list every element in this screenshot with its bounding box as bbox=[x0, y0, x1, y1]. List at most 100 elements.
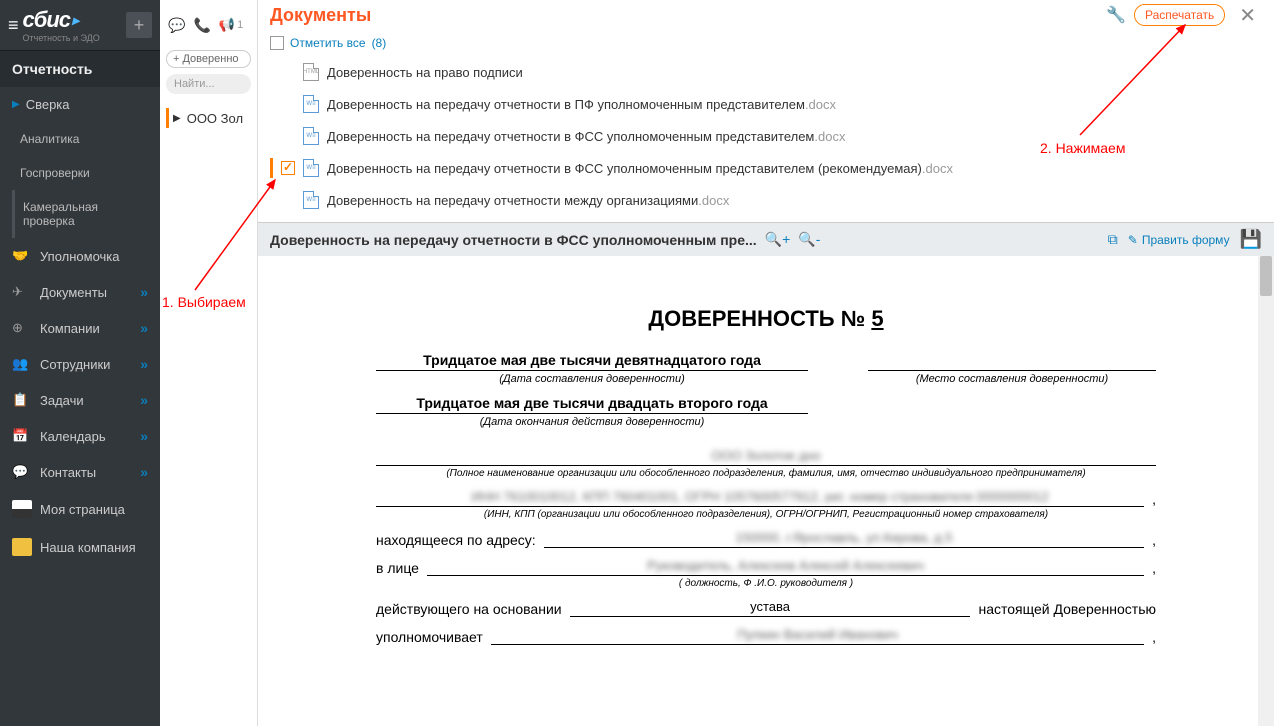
date-end: Тридцатое мая две тысячи двадцать второг… bbox=[376, 395, 808, 414]
person-caption: ( должность, Ф .И.О. руководителя ) bbox=[376, 578, 1156, 589]
word-icon: W≡ bbox=[303, 95, 319, 113]
auth-line: Пупкин Василий Иванович bbox=[491, 627, 1144, 645]
nav-companies[interactable]: ⊕ Компании » bbox=[0, 310, 160, 346]
nav-contacts[interactable]: 💬 Контакты » bbox=[0, 454, 160, 490]
nav-ourcompany[interactable]: Наша компания bbox=[0, 528, 160, 566]
nav-documents[interactable]: ✈ Документы » bbox=[0, 274, 160, 310]
select-all-checkbox[interactable] bbox=[270, 36, 284, 50]
org-line: ООО Золотое дно bbox=[376, 448, 1156, 466]
avatar-icon bbox=[12, 500, 32, 518]
word-icon: W≡ bbox=[303, 159, 319, 177]
notification-badge[interactable]: 📢1 bbox=[219, 17, 243, 33]
logo[interactable]: сбис▸ Отчетность и ЭДО bbox=[23, 7, 126, 43]
doc-item[interactable]: W≡ Доверенность на передачу отчетности в… bbox=[270, 88, 1262, 120]
doc-name: Доверенность на право подписи bbox=[327, 65, 523, 80]
date-start-caption: (Дата составления доверенности) bbox=[376, 373, 808, 385]
preview-header: Доверенность на передачу отчетности в ФС… bbox=[258, 222, 1274, 256]
send-icon: ✈ bbox=[12, 284, 32, 300]
doc-name: Доверенность на передачу отчетности межд… bbox=[327, 193, 729, 208]
nav-label: Компании bbox=[40, 321, 100, 336]
scrollbar-thumb[interactable] bbox=[1260, 256, 1272, 296]
address-line: 150000, г.Ярославль, ул.Кирова, д.5 bbox=[544, 530, 1144, 548]
close-button[interactable]: ✕ bbox=[1233, 3, 1262, 28]
word-icon: W≡ bbox=[303, 127, 319, 145]
org-name: ООО Зол bbox=[187, 111, 243, 126]
active-bar bbox=[166, 108, 169, 128]
nav-label: Контакты bbox=[40, 465, 96, 480]
search-input[interactable]: Найти... bbox=[166, 74, 251, 94]
wrench-icon[interactable]: 🔧 bbox=[1106, 5, 1126, 25]
org-row[interactable]: ▶ ООО Зол bbox=[160, 100, 257, 136]
badge-count: 1 bbox=[237, 19, 243, 31]
address-label: находящееся по адресу: bbox=[376, 532, 536, 548]
nav-label: Сверка bbox=[26, 97, 70, 112]
doc-item[interactable]: HTML Доверенность на право подписи bbox=[270, 56, 1262, 88]
nav-label: Наша компания bbox=[40, 540, 136, 555]
nav-label: Госпроверки bbox=[20, 166, 90, 180]
basis-suffix: настоящей Доверенностью bbox=[978, 601, 1156, 617]
zoom-out-icon[interactable]: 🔍- bbox=[798, 231, 820, 248]
handshake-icon: 🤝 bbox=[12, 248, 32, 264]
sidebar-header: ≡ сбис▸ Отчетность и ЭДО + bbox=[0, 0, 160, 50]
doc-number: 5 bbox=[871, 306, 883, 331]
nav-label: Моя страница bbox=[40, 502, 125, 517]
select-all-label[interactable]: Отметить все bbox=[290, 36, 366, 50]
nav-mypage[interactable]: Моя страница bbox=[0, 490, 160, 528]
add-proxy-button[interactable]: + Доверенно bbox=[166, 50, 251, 68]
strip-header: 💬 📞 📢1 bbox=[160, 0, 257, 50]
nav-employees[interactable]: 👥 Сотрудники » bbox=[0, 346, 160, 382]
phone-icon[interactable]: 📞 bbox=[193, 17, 210, 34]
section-title[interactable]: Отчетность bbox=[0, 50, 160, 87]
edit-form-link[interactable]: ✎ Править форму bbox=[1128, 233, 1230, 247]
nav-label: Задачи bbox=[40, 393, 84, 408]
html-icon: HTML bbox=[303, 63, 319, 81]
nav-label: Календарь bbox=[40, 429, 106, 444]
sidebar: ≡ сбис▸ Отчетность и ЭДО + Отчетность ▶ … bbox=[0, 0, 160, 726]
nav-tasks[interactable]: 📋 Задачи » bbox=[0, 382, 160, 418]
add-tile-button[interactable]: + bbox=[126, 12, 152, 38]
doc-name: Доверенность на передачу отчетности в ПФ… bbox=[327, 97, 836, 112]
doc-item[interactable]: W≡ Доверенность на передачу отчетности в… bbox=[270, 152, 1262, 184]
scrollbar[interactable] bbox=[1258, 256, 1274, 726]
main-panel: Документы 🔧 Распечатать ✕ Отметить все (… bbox=[258, 0, 1274, 726]
expand-icon: » bbox=[140, 428, 148, 444]
expand-icon: » bbox=[140, 464, 148, 480]
place-line bbox=[868, 352, 1156, 371]
zoom-in-icon[interactable]: 🔍+ bbox=[765, 231, 791, 248]
expand-icon: » bbox=[140, 320, 148, 336]
content-strip: 💬 📞 📢1 + Доверенно Найти... ▶ ООО Зол bbox=[160, 0, 258, 726]
expand-icon: » bbox=[140, 392, 148, 408]
chevron-right-icon: ▶ bbox=[12, 99, 20, 110]
globe-icon: ⊕ bbox=[12, 320, 32, 336]
logo-text: сбис bbox=[23, 7, 71, 33]
doc-checkbox[interactable] bbox=[281, 161, 295, 175]
print-button[interactable]: Распечатать bbox=[1134, 4, 1225, 26]
doc-item[interactable]: W≡ Доверенность на передачу отчетности м… bbox=[270, 184, 1262, 216]
nav-upolnomochka[interactable]: 🤝 Уполномочка bbox=[0, 238, 160, 274]
popout-icon[interactable]: ⧉ bbox=[1108, 231, 1118, 248]
expand-triangle-icon: ▶ bbox=[173, 113, 181, 124]
page-title: Документы bbox=[270, 5, 371, 26]
chat-small-icon[interactable]: 💬 bbox=[168, 17, 185, 34]
company-icon bbox=[12, 538, 32, 556]
doc-item[interactable]: W≡ Доверенность на передачу отчетности в… bbox=[270, 120, 1262, 152]
doc-title: ДОВЕРЕННОСТЬ № 5 bbox=[376, 306, 1156, 332]
save-icon[interactable]: 💾 bbox=[1240, 229, 1262, 250]
calendar-icon: 📅 bbox=[12, 428, 32, 444]
nav-kameral[interactable]: Камеральная проверка bbox=[12, 190, 160, 238]
nav-label: Аналитика bbox=[20, 132, 79, 146]
org-caption: (Полное наименование организации или обо… bbox=[376, 468, 1156, 479]
nav-label: Камеральная проверка bbox=[23, 200, 148, 228]
nav-calendar[interactable]: 📅 Календарь » bbox=[0, 418, 160, 454]
menu-icon[interactable]: ≡ bbox=[8, 15, 19, 36]
preview-body[interactable]: ДОВЕРЕННОСТЬ № 5 Тридцатое мая две тысяч… bbox=[258, 256, 1274, 726]
basis-value: устава bbox=[570, 599, 971, 617]
nav-label: Документы bbox=[40, 285, 107, 300]
nav-analytics[interactable]: Аналитика bbox=[0, 122, 160, 156]
nav-sverka[interactable]: ▶ Сверка bbox=[0, 87, 160, 122]
main-header: Документы 🔧 Распечатать ✕ bbox=[258, 0, 1274, 30]
auth-label: уполномочивает bbox=[376, 629, 483, 645]
nav-gosproverki[interactable]: Госпроверки bbox=[0, 156, 160, 190]
clipboard-icon: 📋 bbox=[12, 392, 32, 408]
logo-arrow-icon: ▸ bbox=[72, 12, 78, 29]
